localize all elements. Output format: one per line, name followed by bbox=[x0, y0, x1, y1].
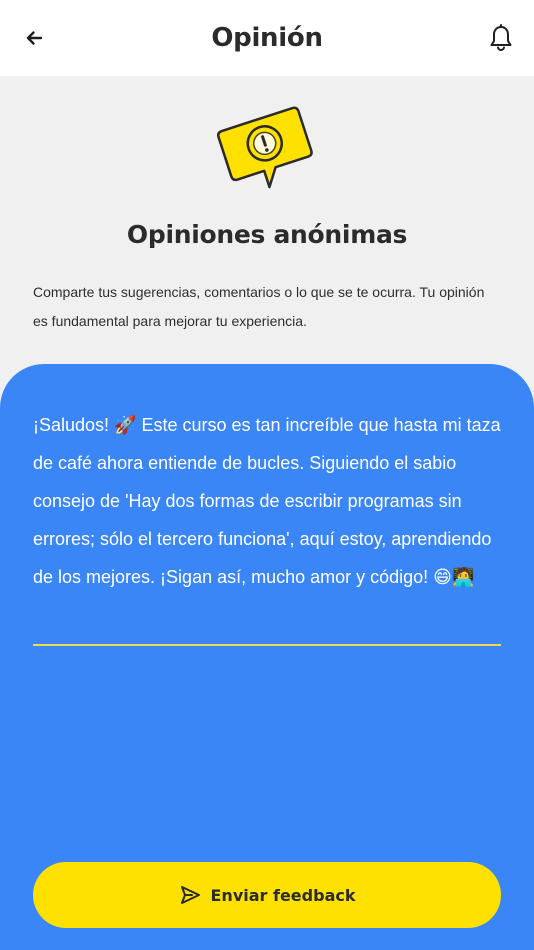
arrow-left-icon bbox=[26, 31, 43, 45]
top-app-bar: Opinión bbox=[0, 0, 534, 76]
section-title: Opiniones anónimas bbox=[126, 220, 408, 249]
section-description: Comparte tus sugerencias, comentarios o … bbox=[33, 284, 485, 329]
page-title: Opinión bbox=[211, 23, 323, 53]
input-underline bbox=[33, 644, 501, 646]
notifications-button[interactable] bbox=[484, 21, 518, 55]
send-icon bbox=[180, 886, 200, 904]
bell-icon bbox=[490, 24, 512, 52]
send-feedback-button[interactable]: Enviar feedback bbox=[33, 862, 501, 928]
speech-bubble-exclamation-icon bbox=[216, 106, 313, 189]
send-feedback-label: Enviar feedback bbox=[210, 885, 356, 905]
back-button[interactable] bbox=[18, 22, 50, 54]
feedback-input[interactable]: ¡Saludos! 🚀 Este curso es tan increíble … bbox=[33, 406, 503, 596]
feedback-screen: Opinión Opiniones anónimas Comparte tus … bbox=[0, 0, 534, 950]
